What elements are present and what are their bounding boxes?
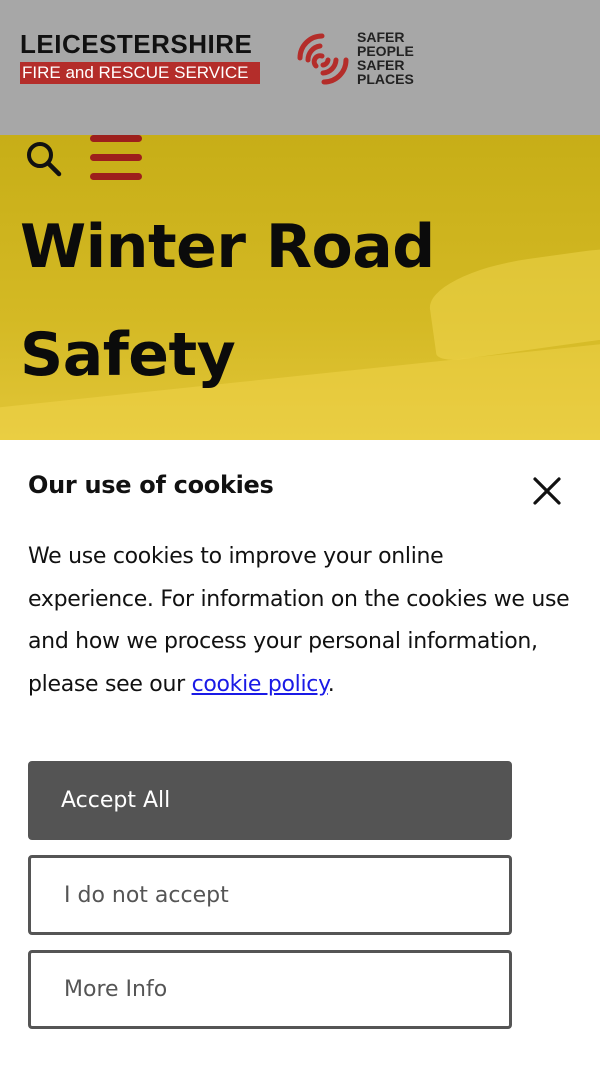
cookie-banner-text: We use cookies to improve your online ex… <box>28 536 573 706</box>
page-title: Winter Road Safety <box>20 212 435 390</box>
slogan-line-3: SAFER <box>357 57 405 73</box>
site-logo[interactable]: LEICESTERSHIRE FIRE and RESCUE SERVICE <box>20 30 260 84</box>
signal-logo-icon <box>297 33 349 85</box>
hero-banner: Winter Road Safety <box>0 135 600 440</box>
cookie-body-end: . <box>327 671 335 697</box>
brand-subtitle: FIRE and RESCUE SERVICE <box>20 62 260 84</box>
accept-all-button[interactable]: Accept All <box>28 761 512 840</box>
reject-cookies-button[interactable]: I do not accept <box>28 855 512 935</box>
hamburger-menu-icon[interactable] <box>90 135 144 181</box>
cookie-banner: Our use of cookies We use cookies to imp… <box>0 440 600 1065</box>
more-info-button[interactable]: More Info <box>28 950 512 1029</box>
cookie-policy-link[interactable]: cookie policy <box>192 672 328 697</box>
search-icon[interactable] <box>24 139 64 179</box>
brand-name: LEICESTERSHIRE <box>20 29 253 59</box>
site-header: LEICESTERSHIRE FIRE and RESCUE SERVICE S… <box>0 0 600 135</box>
cookie-banner-title: Our use of cookies <box>28 471 274 499</box>
slogan: SAFER PEOPLE SAFER PLACES <box>357 30 414 86</box>
close-icon[interactable] <box>532 476 562 506</box>
slogan-line-1: SAFER <box>357 29 405 45</box>
slogan-line-4: PLACES <box>357 71 414 87</box>
slogan-line-2: PEOPLE <box>357 43 414 59</box>
